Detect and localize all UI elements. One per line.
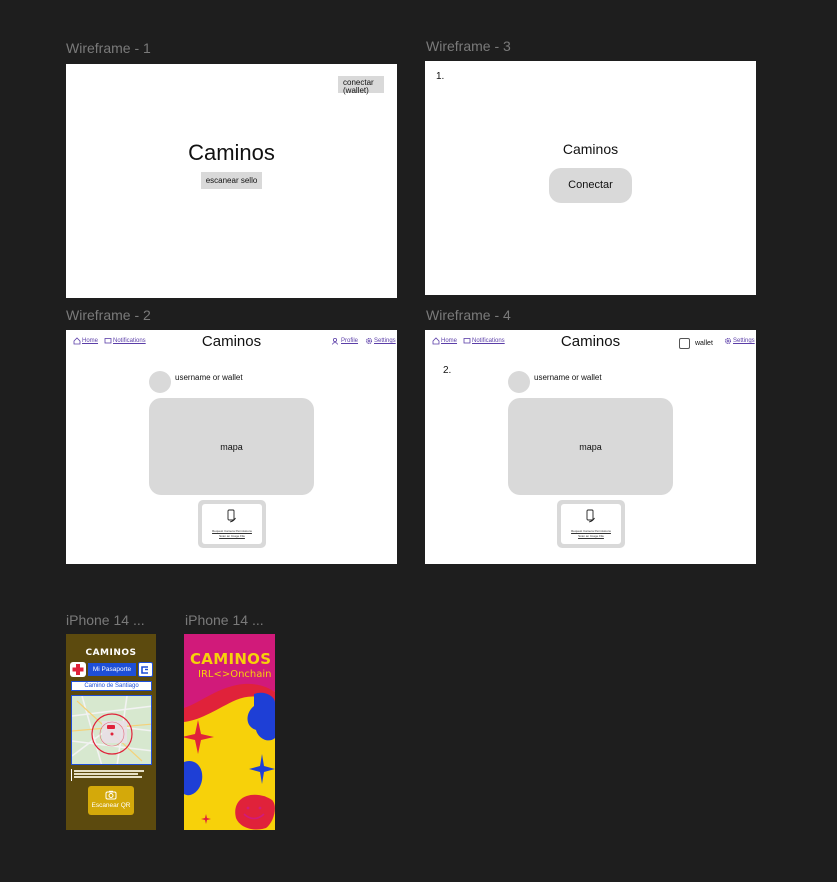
camera-icon xyxy=(105,790,117,800)
app-title: Caminos xyxy=(562,141,619,157)
qr-scanner-card[interactable]: Request Camera Permissions Scan an Image… xyxy=(557,500,625,548)
frame-label-wireframe-1[interactable]: Wireframe - 1 xyxy=(66,40,151,56)
wallet-label[interactable]: wallet xyxy=(695,340,713,347)
route-selector[interactable]: Camino de Santiago xyxy=(71,681,152,691)
route-map[interactable] xyxy=(71,695,152,765)
request-camera-permissions-link[interactable]: Request Camera Permissions xyxy=(561,529,621,533)
username-label: username or wallet xyxy=(175,373,243,382)
wireframe-2-frame[interactable]: Home Notifications Caminos Profile Setti… xyxy=(66,330,397,564)
scan-image-file-link[interactable]: Scan an Image File xyxy=(202,534,262,538)
step-number: 2. xyxy=(443,365,452,376)
map-area[interactable]: mapa xyxy=(508,398,673,495)
phone-scan-icon xyxy=(227,509,236,523)
nav-settings-label: Settings xyxy=(374,338,396,344)
qr-scanner-card[interactable]: Request Camera Permissions Scan an Image… xyxy=(198,500,266,548)
nav-profile-link[interactable]: Profile xyxy=(332,337,358,345)
wallet-c-icon[interactable] xyxy=(138,662,153,677)
map-area[interactable]: mapa xyxy=(149,398,314,495)
settings-gear-icon xyxy=(365,337,373,345)
scan-qr-button[interactable]: Escanear QR xyxy=(88,786,134,815)
wallet-icon[interactable] xyxy=(679,338,690,349)
frame-label-iphone-a[interactable]: iPhone 14 ... xyxy=(66,612,145,628)
nav-profile-label: Profile xyxy=(341,338,359,344)
info-text-block xyxy=(71,769,152,781)
frame-label-wireframe-3[interactable]: Wireframe - 3 xyxy=(426,38,511,54)
profile-icon xyxy=(332,337,338,345)
frame-label-iphone-b[interactable]: iPhone 14 ... xyxy=(185,612,264,628)
tagline: IRL<>Onchain xyxy=(198,669,272,680)
app-logo: CAMINOS xyxy=(190,650,272,668)
app-logo: CAMINOS xyxy=(85,648,137,658)
avatar[interactable] xyxy=(149,371,171,393)
request-camera-permissions-link[interactable]: Request Camera Permissions xyxy=(202,529,262,533)
scan-qr-label: Escanear QR xyxy=(91,802,131,809)
wireframe-3-frame[interactable]: 1. Caminos Conectar xyxy=(425,61,756,295)
nav-settings-link[interactable]: Settings xyxy=(365,337,396,345)
scan-stamp-button[interactable]: escanear sello xyxy=(201,172,262,189)
avatar[interactable] xyxy=(508,371,530,393)
iphone-passport-frame[interactable]: CAMINOS Mi Pasaporte Camino de Santiago … xyxy=(66,634,156,830)
scan-image-file-link[interactable]: Scan an Image File xyxy=(561,534,621,538)
step-number: 1. xyxy=(436,71,445,82)
iphone-splash-frame[interactable]: CAMINOS IRL<>Onchain xyxy=(184,634,275,830)
nav-settings-link[interactable]: Settings xyxy=(724,337,755,345)
wireframe-1-frame[interactable]: conectar (wallet) Caminos escanear sello xyxy=(66,64,397,298)
frame-label-wireframe-4[interactable]: Wireframe - 4 xyxy=(426,307,511,323)
phone-scan-icon xyxy=(586,509,595,523)
settings-gear-icon xyxy=(724,337,732,345)
username-label: username or wallet xyxy=(534,373,602,382)
wireframe-4-frame[interactable]: Home Notifications Caminos wallet Settin… xyxy=(425,330,756,564)
my-passport-button[interactable]: Mi Pasaporte xyxy=(88,663,136,676)
frame-label-wireframe-2[interactable]: Wireframe - 2 xyxy=(66,307,151,323)
santiago-cross-icon xyxy=(70,662,86,677)
app-title: Caminos xyxy=(188,140,275,165)
connect-wallet-button[interactable]: conectar (wallet) xyxy=(338,76,384,95)
nav-settings-label: Settings xyxy=(733,338,755,344)
connect-button[interactable]: Conectar xyxy=(549,168,632,203)
